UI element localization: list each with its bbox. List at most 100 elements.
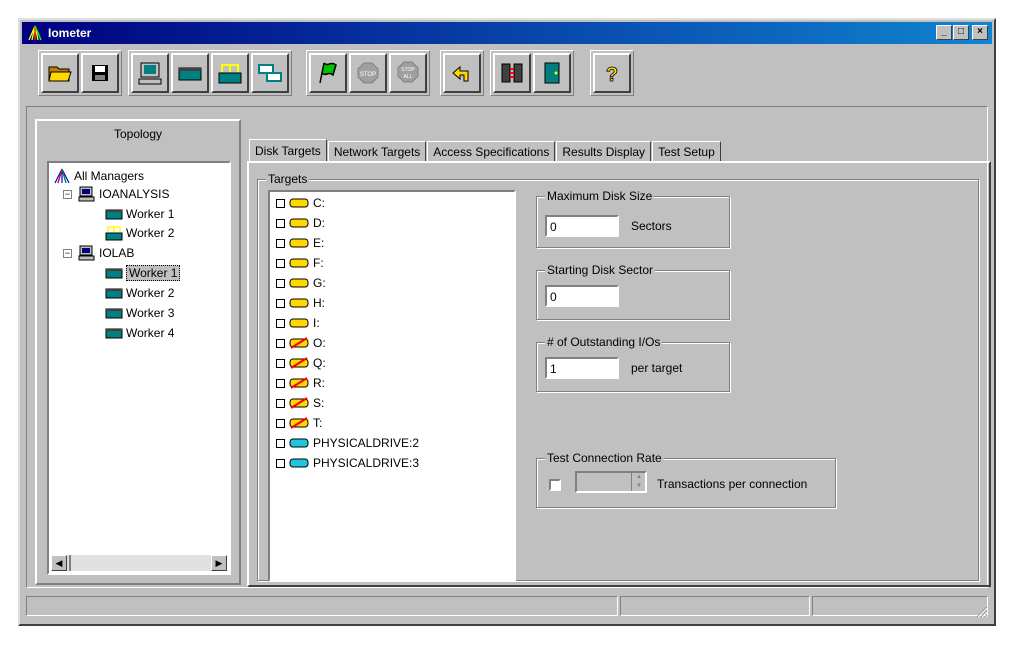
- start-tests-button[interactable]: [309, 53, 347, 93]
- target-label: R:: [313, 376, 325, 390]
- tab-disk-targets[interactable]: Disk Targets: [249, 139, 327, 161]
- target-checkbox[interactable]: [276, 438, 285, 448]
- target-label: O:: [313, 336, 326, 350]
- tree-node-worker[interactable]: Worker 2: [105, 284, 174, 302]
- target-item[interactable]: R:: [276, 374, 325, 392]
- all-managers-icon: [54, 168, 70, 184]
- target-item[interactable]: E:: [276, 234, 324, 252]
- starting-disk-sector-input[interactable]: 0: [545, 285, 619, 307]
- target-checkbox[interactable]: [276, 198, 285, 208]
- scroll-thumb[interactable]: [69, 555, 71, 571]
- target-label: D:: [313, 216, 325, 230]
- target-item[interactable]: PHYSICALDRIVE:3: [276, 454, 419, 472]
- disk-worker-icon: [105, 328, 123, 339]
- open-config-button[interactable]: [41, 53, 79, 93]
- tree-horizontal-scrollbar[interactable]: ◀ ▶: [51, 555, 227, 571]
- tree-node-worker[interactable]: Worker 3: [105, 304, 174, 322]
- tree-node-worker-selected[interactable]: Worker 1: [105, 264, 181, 282]
- target-item[interactable]: D:: [276, 214, 325, 232]
- connection-rate-unit: Transactions per connection: [657, 477, 808, 491]
- target-checkbox[interactable]: [276, 358, 285, 368]
- topology-tree[interactable]: All Managers − IOANALYSIS Worker 1 Worke…: [47, 161, 231, 575]
- target-label: T:: [313, 416, 323, 430]
- disk-worker-icon: [105, 308, 123, 319]
- target-label: I:: [313, 316, 320, 330]
- targets-list[interactable]: C: D: E: F: G: H: I: O: Q: R: S: T: PHYS…: [268, 190, 516, 582]
- target-checkbox[interactable]: [276, 338, 285, 348]
- iometer-app-icon: [28, 25, 42, 41]
- maximize-button[interactable]: □: [953, 25, 969, 40]
- target-checkbox[interactable]: [276, 298, 285, 308]
- target-item[interactable]: G:: [276, 274, 326, 292]
- target-item[interactable]: F:: [276, 254, 324, 272]
- target-item[interactable]: C:: [276, 194, 325, 212]
- tab-access-specifications[interactable]: Access Specifications: [427, 141, 556, 161]
- target-checkbox[interactable]: [276, 238, 285, 248]
- tree-node-worker[interactable]: Worker 1: [105, 205, 174, 223]
- tab-test-setup[interactable]: Test Setup: [652, 141, 721, 161]
- tree-node-manager-iolab[interactable]: − IOLAB: [63, 244, 134, 262]
- reset-toolbar-group: [440, 50, 484, 96]
- resize-grip-icon[interactable]: [974, 604, 988, 618]
- target-label: G:: [313, 276, 326, 290]
- help-button[interactable]: ?: [593, 53, 631, 93]
- tree-label: Worker 2: [126, 286, 175, 300]
- start-network-worker-button[interactable]: [211, 53, 249, 93]
- tree-node-all-managers[interactable]: All Managers: [53, 167, 144, 185]
- stop-all-button[interactable]: STOP ALL: [389, 53, 427, 93]
- target-item[interactable]: H:: [276, 294, 325, 312]
- target-item[interactable]: S:: [276, 394, 324, 412]
- save-config-button[interactable]: [81, 53, 119, 93]
- disk-targets-panel: Targets C: D: E: F: G: H: I: O: Q: R: S:…: [247, 161, 991, 587]
- minimize-button[interactable]: _: [936, 25, 952, 40]
- target-label: S:: [313, 396, 325, 410]
- target-checkbox[interactable]: [276, 378, 285, 388]
- spinner-down-icon[interactable]: ▼: [632, 482, 646, 491]
- scroll-left-button[interactable]: ◀: [51, 555, 67, 571]
- test-connection-rate-checkbox[interactable]: [549, 479, 561, 491]
- target-item[interactable]: T:: [276, 414, 322, 432]
- tree-node-worker[interactable]: Worker 2: [105, 224, 174, 242]
- connection-rate-spinner[interactable]: ▲ ▼: [631, 473, 646, 491]
- tab-results-display[interactable]: Results Display: [556, 141, 652, 161]
- window-title: Iometer: [48, 26, 92, 40]
- computer-icon: [138, 62, 162, 85]
- max-disk-size-input[interactable]: 0: [545, 215, 619, 237]
- target-item[interactable]: I:: [276, 314, 320, 332]
- start-disk-worker-2-button[interactable]: [171, 53, 209, 93]
- exit-button[interactable]: [533, 53, 571, 93]
- target-item[interactable]: Q:: [276, 354, 326, 372]
- target-label: PHYSICALDRIVE:2: [313, 436, 420, 450]
- stop-button[interactable]: STOP: [349, 53, 387, 93]
- target-item[interactable]: O:: [276, 334, 326, 352]
- target-checkbox[interactable]: [276, 398, 285, 408]
- target-label: C:: [313, 196, 325, 210]
- collapse-toggle[interactable]: −: [63, 248, 72, 258]
- target-checkbox[interactable]: [276, 218, 285, 228]
- outstanding-ios-input[interactable]: 1: [545, 357, 619, 379]
- start-managers-button[interactable]: [493, 53, 531, 93]
- collapse-toggle[interactable]: −: [63, 189, 72, 199]
- target-item[interactable]: PHYSICALDRIVE:2: [276, 434, 419, 452]
- duplicate-worker-button[interactable]: [251, 53, 289, 93]
- tree-node-manager-ioanalysis[interactable]: − IOANALYSIS: [63, 185, 169, 203]
- tab-network-targets[interactable]: Network Targets: [327, 141, 427, 161]
- unprepared-drive-icon: [289, 337, 309, 349]
- test-connection-rate-label: Test Connection Rate: [545, 451, 664, 465]
- target-checkbox[interactable]: [276, 458, 285, 468]
- title-bar[interactable]: Iometer _ □ ×: [22, 22, 992, 44]
- start-disk-worker-button[interactable]: [131, 53, 169, 93]
- targets-group: Targets C: D: E: F: G: H: I: O: Q: R: S:…: [257, 172, 979, 582]
- target-checkbox[interactable]: [276, 258, 285, 268]
- reset-workers-button[interactable]: [443, 53, 481, 93]
- target-checkbox[interactable]: [276, 318, 285, 328]
- target-checkbox[interactable]: [276, 278, 285, 288]
- scroll-right-button[interactable]: ▶: [211, 555, 227, 571]
- svg-text:STOP: STOP: [360, 72, 376, 78]
- close-button[interactable]: ×: [972, 25, 988, 40]
- spinner-up-icon[interactable]: ▲: [632, 473, 646, 482]
- disk-worker-icon: [105, 268, 123, 279]
- tree-node-worker[interactable]: Worker 4: [105, 324, 174, 342]
- target-checkbox[interactable]: [276, 418, 285, 428]
- manager-toolbar-group: [490, 50, 574, 96]
